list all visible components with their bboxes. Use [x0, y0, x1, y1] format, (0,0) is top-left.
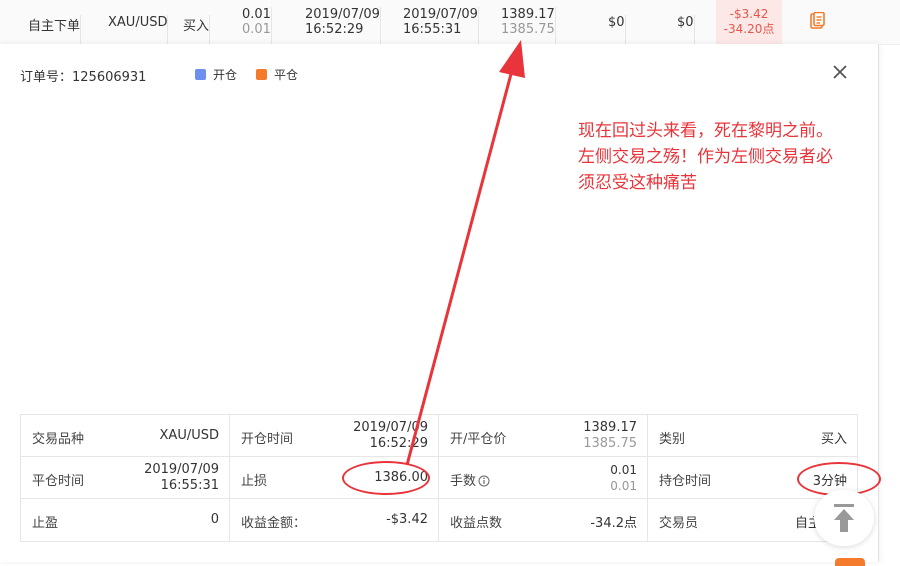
floating-button-peek — [835, 558, 865, 566]
annotation-arrow — [405, 40, 525, 466]
arrow-up-icon — [834, 504, 854, 532]
back-to-top-button[interactable] — [814, 490, 874, 546]
